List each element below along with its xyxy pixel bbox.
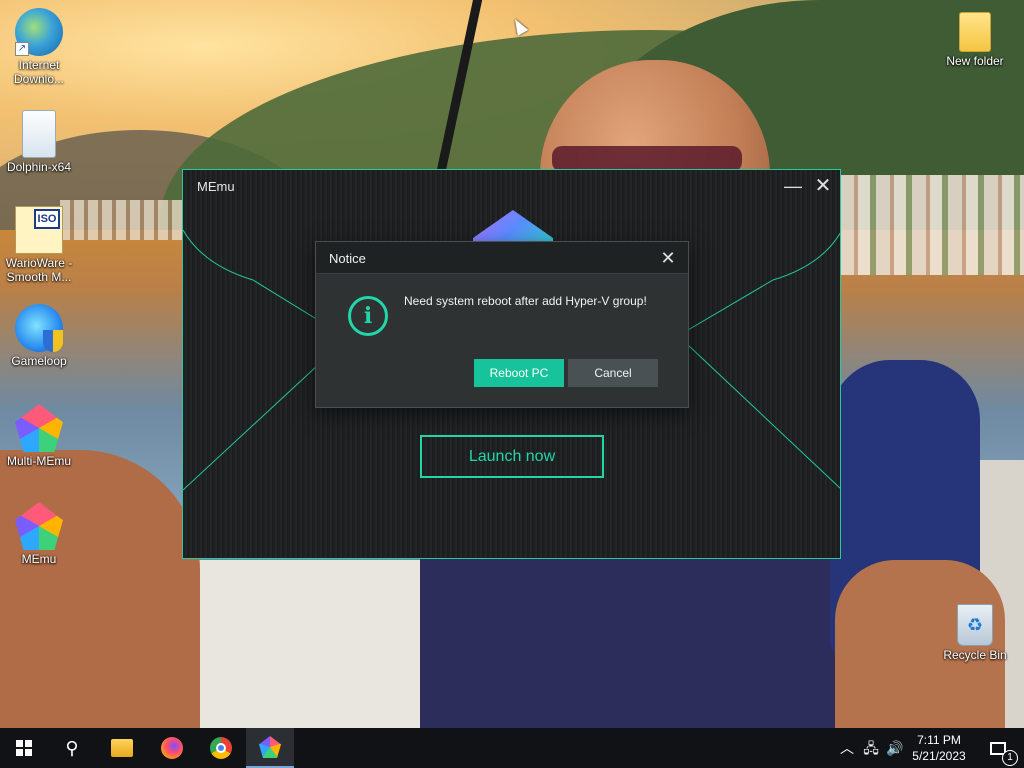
clock-date: 5/21/2023 — [912, 749, 966, 763]
iso-badge: ISO — [34, 209, 60, 229]
dialog-message: Need system reboot after add Hyper-V gro… — [404, 294, 647, 308]
desktop-icon-memu[interactable]: MEmu — [0, 502, 78, 566]
memu-icon — [259, 736, 281, 758]
notice-dialog: Notice ✕ i Need system reboot after add … — [315, 241, 689, 408]
network-icon[interactable]: 🖧 — [860, 728, 882, 768]
desktop-icon-label: Multi-MEmu — [6, 454, 71, 468]
cancel-button[interactable]: Cancel — [568, 359, 658, 387]
desktop-icon-recycle-bin[interactable]: ♻ Recycle Bin — [936, 604, 1014, 662]
volume-icon[interactable]: 🔊 — [884, 728, 906, 768]
search-button[interactable]: ⚲ — [48, 728, 96, 768]
notification-count-badge: 1 — [1002, 749, 1018, 766]
dolphin-icon — [22, 110, 56, 158]
clock-time: 7:11 PM — [917, 733, 961, 747]
desktop-icon-new-folder[interactable]: New folder — [936, 12, 1014, 68]
show-hidden-icons-button[interactable]: ︿ — [836, 728, 858, 768]
windows-logo-icon — [16, 740, 32, 756]
uac-shield-icon — [43, 330, 63, 352]
idm-icon: ↗ — [15, 8, 63, 56]
taskbar-file-explorer[interactable] — [98, 728, 146, 768]
desktop-icon-label: WarioWare - Smooth M... — [5, 256, 73, 284]
minimize-button[interactable]: — — [778, 172, 808, 200]
system-clock[interactable]: 7:11 PM 5/21/2023 — [906, 732, 972, 764]
chrome-icon — [210, 737, 232, 759]
desktop-icon-label: New folder — [946, 54, 1004, 68]
memu-icon — [15, 502, 63, 550]
start-button[interactable] — [0, 728, 48, 768]
taskbar-chrome[interactable] — [197, 728, 245, 768]
gameloop-icon — [15, 304, 63, 352]
dialog-title: Notice — [329, 251, 366, 266]
firefox-icon — [161, 737, 183, 759]
desktop-icon-label: Recycle Bin — [943, 648, 1007, 662]
reboot-pc-button[interactable]: Reboot PC — [474, 359, 564, 387]
taskbar: ⚲ ︿ 🖧 🔊 7:11 PM 5/21/2023 1 — [0, 728, 1024, 768]
shortcut-arrow-icon: ↗ — [15, 42, 29, 56]
desktop-icon-dolphin[interactable]: Dolphin-x64 — [0, 110, 78, 174]
desktop-icon-multi-memu[interactable]: Multi-MEmu — [0, 404, 78, 468]
info-icon: i — [348, 296, 388, 336]
desktop-icon-internet-download-manager[interactable]: ↗ Internet Downlo... — [0, 8, 78, 86]
taskbar-memu[interactable] — [246, 728, 294, 768]
action-center-button[interactable]: 1 — [978, 728, 1018, 768]
recycle-bin-icon: ♻ — [957, 604, 993, 646]
launch-now-button[interactable]: Launch now — [420, 435, 604, 478]
desktop-icon-gameloop[interactable]: Gameloop — [0, 304, 78, 368]
window-title: MEmu — [197, 179, 235, 194]
dialog-header: Notice ✕ — [316, 242, 688, 274]
taskbar-firefox[interactable] — [148, 728, 196, 768]
file-explorer-icon — [111, 739, 133, 757]
close-button[interactable]: ✕ — [808, 172, 838, 200]
desktop-icon-warioware[interactable]: ISO WarioWare - Smooth M... — [0, 206, 78, 284]
dialog-close-button[interactable]: ✕ — [654, 244, 682, 272]
desktop-icon-label: Dolphin-x64 — [6, 160, 72, 174]
desktop-icon-label: Gameloop — [11, 354, 67, 368]
folder-icon — [959, 12, 991, 52]
notification-icon: 1 — [990, 741, 1018, 766]
search-icon: ⚲ — [65, 737, 79, 758]
multi-memu-icon — [15, 404, 63, 452]
desktop-icon-label: MEmu — [21, 552, 57, 566]
iso-file-icon: ISO — [15, 206, 63, 254]
desktop-icon-label: Internet Downlo... — [13, 58, 65, 86]
